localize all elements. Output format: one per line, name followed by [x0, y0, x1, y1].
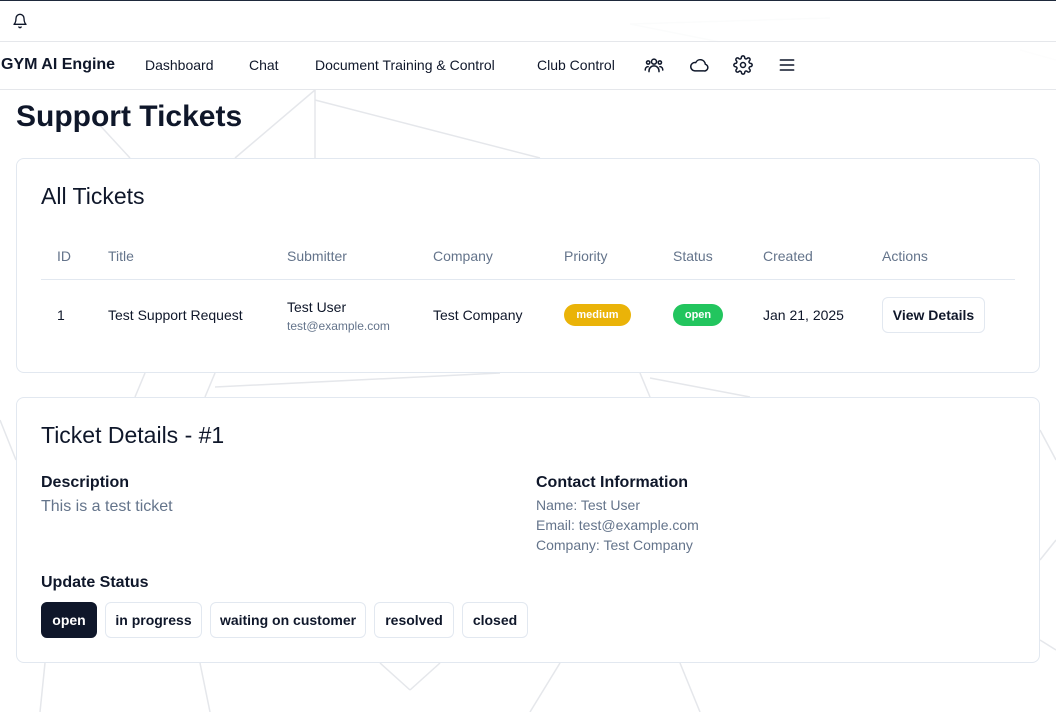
- nav-link-dashboard[interactable]: Dashboard: [145, 57, 214, 73]
- contact-name: Name: Test User: [536, 497, 640, 513]
- column-header-created: Created: [763, 248, 813, 264]
- status-option-closed[interactable]: closed: [462, 602, 528, 638]
- page-title: Support Tickets: [16, 100, 243, 133]
- cloud-icon[interactable]: [689, 55, 709, 75]
- description-text: This is a test ticket: [41, 498, 173, 515]
- status-option-waiting-on-customer[interactable]: waiting on customer: [210, 602, 366, 638]
- contact-information-label: Contact Information: [536, 474, 688, 491]
- view-details-button[interactable]: View Details: [882, 297, 985, 333]
- nav-link-chat[interactable]: Chat: [249, 57, 279, 73]
- description-label: Description: [41, 474, 130, 491]
- column-header-company: Company: [433, 248, 493, 264]
- main-navbar: GYM AI Engine Dashboard Chat Document Tr…: [0, 42, 1056, 90]
- ticket-created-date: Jan 21, 2025: [763, 307, 844, 323]
- users-icon[interactable]: [644, 55, 664, 75]
- priority-badge: medium: [564, 304, 631, 326]
- contact-company: Company: Test Company: [536, 537, 693, 553]
- top-bar: [0, 0, 1056, 42]
- brand-logo[interactable]: GYM AI Engine: [1, 56, 115, 74]
- menu-icon[interactable]: [777, 55, 797, 75]
- bell-icon[interactable]: [12, 13, 28, 29]
- column-header-submitter: Submitter: [287, 248, 347, 264]
- column-header-id: ID: [57, 248, 71, 264]
- nav-link-club-control[interactable]: Club Control: [537, 57, 615, 73]
- column-header-title: Title: [108, 248, 134, 264]
- status-option-in-progress[interactable]: in progress: [105, 602, 202, 638]
- submitter-email: test@example.com: [287, 319, 390, 333]
- ticket-company: Test Company: [433, 307, 523, 323]
- settings-icon[interactable]: [733, 55, 753, 75]
- nav-link-document-training[interactable]: Document Training & Control: [315, 57, 495, 73]
- ticket-details-title: Ticket Details - #1: [41, 422, 225, 448]
- tickets-card-title: All Tickets: [41, 183, 145, 209]
- column-header-priority: Priority: [564, 248, 608, 264]
- status-option-resolved[interactable]: resolved: [374, 602, 454, 638]
- ticket-id: 1: [57, 307, 65, 323]
- status-badge: open: [673, 304, 723, 326]
- table-header-divider: [41, 279, 1015, 280]
- status-option-open[interactable]: open: [41, 602, 97, 638]
- update-status-label: Update Status: [41, 574, 149, 591]
- column-header-actions: Actions: [882, 248, 928, 264]
- column-header-status: Status: [673, 248, 713, 264]
- contact-email: Email: test@example.com: [536, 517, 699, 533]
- tickets-card: All Tickets ID Title Submitter Company P…: [16, 158, 1040, 373]
- submitter-name: Test User: [287, 299, 347, 315]
- ticket-details-card: Ticket Details - #1 Description This is …: [16, 397, 1040, 663]
- ticket-title: Test Support Request: [108, 307, 243, 323]
